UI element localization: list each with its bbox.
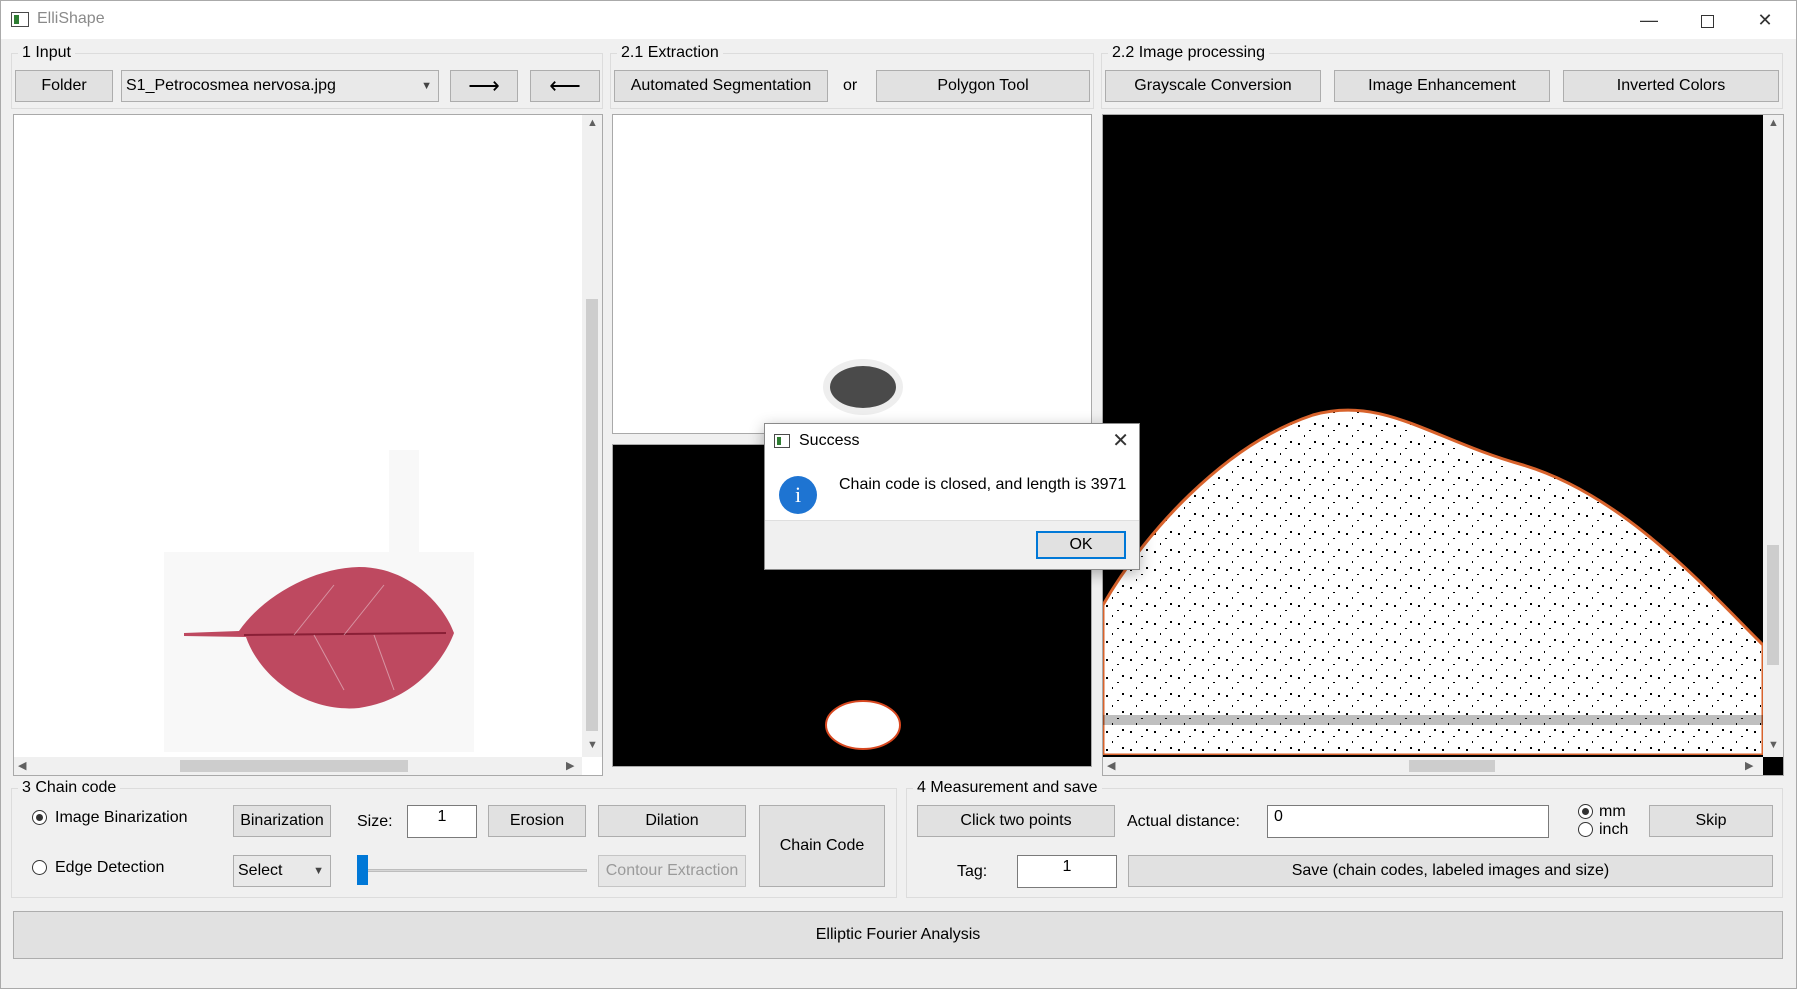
chain-code-button[interactable]: Chain Code	[759, 805, 885, 887]
app-window: ElliShape — ✕ 1 Input Folder S1_Petrocos…	[0, 0, 1797, 989]
contour-extraction-button[interactable]: Contour Extraction	[598, 855, 746, 887]
window-title: ElliShape	[37, 10, 105, 27]
grayscale-conversion-button[interactable]: Grayscale Conversion	[1105, 70, 1321, 102]
scroll-left-icon[interactable]: ◀	[18, 759, 26, 772]
tag-input[interactable]: 1	[1017, 855, 1117, 888]
grayscale-leaf-image	[823, 359, 903, 415]
dialog-message: Chain code is closed, and length is 3971	[839, 476, 1127, 493]
unit-inch-label: inch	[1599, 821, 1629, 838]
dialog-close-icon[interactable]: ✕	[1112, 428, 1129, 453]
file-select-value: S1_Petrocosmea nervosa.jpg	[126, 77, 336, 94]
input-horizontal-scrollbar[interactable]: ◀ ▶	[14, 757, 582, 775]
edge-detection-radio[interactable]	[32, 860, 47, 875]
file-select[interactable]: S1_Petrocosmea nervosa.jpg ▼	[121, 70, 439, 102]
app-icon	[11, 12, 29, 27]
leaf-image	[164, 450, 474, 752]
extraction-group-title: 2.1 Extraction	[617, 43, 723, 63]
chain-code-group-title: 3 Chain code	[18, 778, 121, 798]
input-vertical-scrollbar[interactable]: ▲ ▼	[582, 115, 602, 757]
skip-button[interactable]: Skip	[1649, 805, 1773, 837]
threshold-slider-track[interactable]	[357, 869, 587, 872]
chevron-down-icon: ▼	[421, 80, 432, 92]
measurement-group-title: 4 Measurement and save	[913, 778, 1102, 798]
extracted-image-panel[interactable]	[612, 114, 1092, 434]
scroll-down-icon[interactable]: ▼	[587, 739, 598, 751]
erosion-button[interactable]: Erosion	[488, 805, 586, 837]
edge-method-value: Select	[238, 862, 283, 879]
scrollbar-thumb[interactable]	[586, 299, 598, 731]
click-two-points-button[interactable]: Click two points	[917, 805, 1115, 837]
folder-button[interactable]: Folder	[15, 70, 113, 102]
processed-horizontal-scrollbar[interactable]: ◀ ▶	[1103, 757, 1763, 775]
binarization-button[interactable]: Binarization	[233, 805, 331, 837]
previous-image-button[interactable]: ⟵	[530, 70, 600, 102]
input-group-title: 1 Input	[18, 43, 75, 63]
success-dialog: Success ✕ i Chain code is closed, and le…	[764, 423, 1140, 570]
dialog-app-icon	[774, 434, 790, 448]
edge-detection-radio-label: Edge Detection	[55, 859, 165, 876]
edge-method-select[interactable]: Select ▼	[233, 855, 331, 887]
threshold-slider-thumb[interactable]	[357, 855, 368, 885]
unit-mm-radio[interactable]	[1578, 804, 1593, 819]
processed-leaf-image	[1103, 408, 1763, 755]
scroll-down-icon[interactable]: ▼	[1768, 739, 1779, 751]
or-label: or	[843, 77, 858, 94]
input-image-panel[interactable]: ▲ ▼ ◀ ▶	[13, 114, 603, 776]
scrollbar-thumb[interactable]	[1409, 760, 1495, 772]
minimize-button[interactable]: —	[1621, 1, 1677, 39]
maximize-button[interactable]	[1679, 1, 1735, 39]
processed-image-panel[interactable]: ▲ ▼ ◀ ▶	[1102, 114, 1784, 776]
image-enhancement-button[interactable]: Image Enhancement	[1334, 70, 1550, 102]
unit-inch-radio[interactable]	[1578, 822, 1593, 837]
binarization-radio-label: Image Binarization	[55, 809, 188, 826]
processed-vertical-scrollbar[interactable]: ▲ ▼	[1763, 115, 1783, 757]
scroll-left-icon[interactable]: ◀	[1107, 759, 1115, 772]
elliptic-fourier-analysis-button[interactable]: Elliptic Fourier Analysis	[13, 911, 1783, 959]
inverted-colors-button[interactable]: Inverted Colors	[1563, 70, 1779, 102]
scroll-up-icon[interactable]: ▲	[587, 117, 598, 129]
chevron-down-icon: ▼	[313, 865, 324, 877]
processing-group-title: 2.2 Image processing	[1108, 43, 1269, 63]
scrollbar-thumb[interactable]	[180, 760, 408, 772]
automated-segmentation-button[interactable]: Automated Segmentation	[614, 70, 828, 102]
title-bar: ElliShape — ✕	[1, 1, 1796, 39]
actual-distance-input[interactable]: 0	[1267, 805, 1549, 838]
processed-leaf-region	[1103, 408, 1763, 755]
unit-mm-label: mm	[1599, 803, 1626, 820]
dialog-footer: OK	[765, 520, 1139, 569]
actual-distance-label: Actual distance:	[1127, 813, 1240, 830]
binarization-radio[interactable]	[32, 810, 47, 825]
save-button[interactable]: Save (chain codes, labeled images and si…	[1128, 855, 1773, 887]
maximize-icon	[1700, 14, 1714, 28]
info-icon: i	[779, 476, 817, 514]
scroll-right-icon[interactable]: ▶	[566, 759, 574, 772]
close-button[interactable]: ✕	[1737, 1, 1793, 39]
dialog-title: Success	[799, 432, 860, 449]
scroll-up-icon[interactable]: ▲	[1768, 117, 1779, 129]
next-image-button[interactable]: ⟶	[450, 70, 518, 102]
scrollbar-thumb[interactable]	[1767, 545, 1779, 665]
tag-label: Tag:	[957, 863, 988, 880]
ok-button[interactable]: OK	[1036, 531, 1126, 559]
polygon-tool-button[interactable]: Polygon Tool	[876, 70, 1090, 102]
size-label: Size:	[357, 813, 393, 830]
dilation-button[interactable]: Dilation	[598, 805, 746, 837]
scroll-right-icon[interactable]: ▶	[1745, 759, 1753, 772]
size-input[interactable]: 1	[407, 805, 477, 838]
